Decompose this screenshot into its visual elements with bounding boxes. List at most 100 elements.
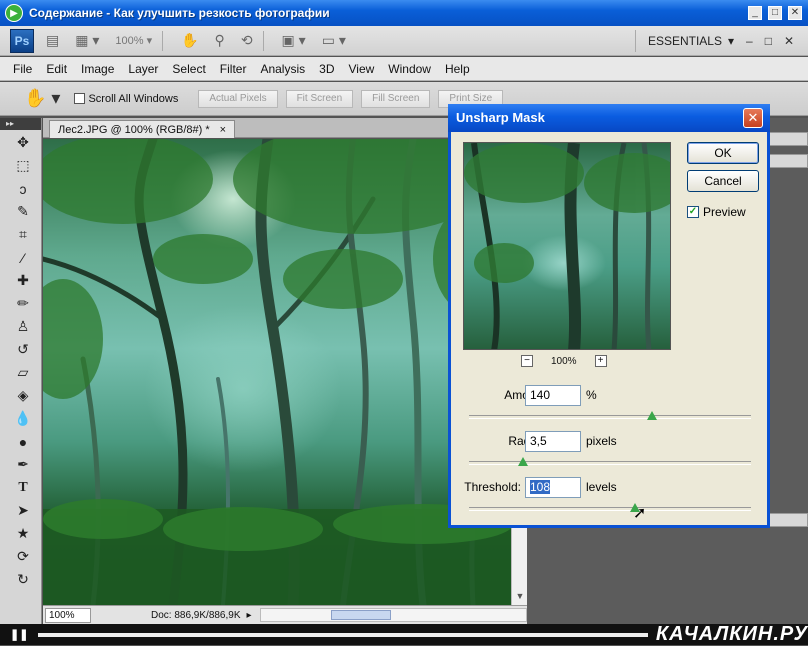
separator bbox=[262, 30, 264, 51]
photoshop-logo: Ps bbox=[10, 28, 34, 53]
scroll-all-windows-checkbox[interactable] bbox=[74, 93, 86, 104]
panel-dock-strip[interactable] bbox=[767, 132, 808, 146]
threshold-unit: levels bbox=[586, 480, 617, 494]
close-button[interactable]: ✕ bbox=[788, 6, 802, 20]
tool-preset-picker[interactable]: ✋ ▾ bbox=[24, 88, 60, 109]
path-selection-tool-icon[interactable]: ➤ bbox=[10, 500, 36, 521]
paint-bucket-tool-icon[interactable]: ◈ bbox=[10, 385, 36, 406]
menu-layer[interactable]: Layer bbox=[121, 62, 165, 76]
menu-help[interactable]: Help bbox=[438, 62, 477, 76]
3d-orbit-tool-icon[interactable]: ↻ bbox=[10, 569, 36, 590]
preview-zoom-level: 100% bbox=[551, 355, 577, 367]
pause-button[interactable]: ❚❚ bbox=[10, 628, 28, 641]
unsharp-mask-dialog: Unsharp Mask ✕ − 100% + OK Cancel ✓ Prev… bbox=[448, 104, 770, 528]
menu-3d[interactable]: 3D bbox=[312, 62, 341, 76]
preview-zoom-controls: − 100% + bbox=[521, 355, 607, 367]
document-tab-title: Лес2.JPG @ 100% (RGB/8#) * bbox=[58, 123, 210, 136]
dialog-close-button[interactable]: ✕ bbox=[743, 108, 763, 128]
history-brush-tool-icon[interactable]: ↺ bbox=[10, 339, 36, 360]
blur-tool-icon[interactable]: 💧 bbox=[10, 408, 36, 429]
rotate-view-button[interactable]: ⟲ bbox=[237, 30, 257, 52]
magnifier-icon: ⚲ bbox=[214, 32, 225, 48]
amount-input[interactable]: 140 bbox=[525, 385, 581, 406]
workspace-switcher[interactable]: ESSENTIALS ▾ bbox=[634, 29, 746, 52]
mouse-cursor-icon: ➚ bbox=[633, 505, 647, 522]
horizontal-scroll-thumb[interactable] bbox=[330, 610, 391, 620]
marquee-tool-icon[interactable]: ⬚ bbox=[10, 155, 36, 176]
arrange-documents-button[interactable]: ▣ ▾ bbox=[278, 30, 310, 52]
move-tool-icon[interactable]: ✥ bbox=[10, 132, 36, 153]
threshold-slider[interactable] bbox=[469, 503, 751, 512]
maximize-button[interactable]: □ bbox=[768, 6, 782, 20]
menu-filter[interactable]: Filter bbox=[213, 62, 254, 76]
pen-tool-icon[interactable]: ✒ bbox=[10, 454, 36, 475]
crop-tool-icon[interactable]: ⌗ bbox=[10, 224, 36, 245]
separator bbox=[162, 30, 164, 51]
eyedropper-tool-icon[interactable]: ⁄ bbox=[10, 247, 36, 268]
video-progress-track[interactable] bbox=[38, 632, 648, 637]
amount-slider-handle[interactable] bbox=[647, 411, 658, 420]
bridge-button[interactable]: ▤ bbox=[42, 30, 63, 52]
ok-button[interactable]: OK bbox=[687, 142, 759, 164]
app-maximize-button[interactable]: □ bbox=[765, 34, 772, 48]
tools-panel: ▸▸ ✥ ⬚ ↄ ✎ ⌗ ⁄ ✚ ✏ ♙ ↺ ▱ ◈ 💧 ● ✒ T ➤ ★ ⟳… bbox=[0, 118, 42, 624]
zoom-tool-button[interactable]: ⚲ bbox=[211, 30, 229, 52]
panel-collapse-icon[interactable]: ▸▸ bbox=[0, 118, 41, 130]
document-tab[interactable]: Лес2.JPG @ 100% (RGB/8#) * × bbox=[49, 120, 236, 138]
shape-tool-icon[interactable]: ★ bbox=[10, 523, 36, 544]
minimize-button[interactable]: _ bbox=[748, 6, 762, 20]
screen-mode-button[interactable]: ▭ ▾ bbox=[318, 30, 350, 52]
eraser-tool-icon[interactable]: ▱ bbox=[10, 362, 36, 383]
preview-toggle[interactable]: ✓ Preview bbox=[687, 205, 746, 219]
type-tool-icon[interactable]: T bbox=[10, 477, 36, 498]
radius-slider[interactable] bbox=[469, 457, 751, 466]
player-app-icon: ▶ bbox=[5, 4, 23, 22]
zoom-out-button[interactable]: − bbox=[521, 355, 533, 367]
panel-dock-strip[interactable] bbox=[767, 513, 808, 527]
zoom-level-field[interactable]: 100% bbox=[45, 607, 91, 623]
radius-unit: pixels bbox=[586, 434, 617, 448]
fit-screen-button[interactable]: Fit Screen bbox=[285, 89, 354, 108]
scroll-down-icon[interactable]: ▼ bbox=[512, 591, 528, 605]
view-extras-icon: ▦ ▾ bbox=[75, 32, 100, 48]
zoom-in-button[interactable]: + bbox=[594, 355, 607, 367]
zoom-level-dropdown[interactable]: 100% ▾ bbox=[111, 30, 156, 52]
amount-slider[interactable] bbox=[469, 411, 751, 420]
healing-brush-tool-icon[interactable]: ✚ bbox=[10, 270, 36, 291]
fill-screen-button[interactable]: Fill Screen bbox=[361, 89, 431, 108]
menu-analysis[interactable]: Analysis bbox=[253, 62, 312, 76]
menu-window[interactable]: Window bbox=[381, 62, 438, 76]
preview-checkbox[interactable]: ✓ bbox=[687, 206, 699, 218]
view-extras-button[interactable]: ▦ ▾ bbox=[71, 30, 103, 52]
hand-icon: ✋ bbox=[181, 32, 199, 48]
panel-dock-strip[interactable] bbox=[767, 154, 808, 168]
radius-input[interactable]: 3,5 bbox=[525, 431, 581, 452]
app-minimize-button[interactable]: – bbox=[746, 34, 753, 48]
close-tab-icon[interactable]: × bbox=[220, 124, 226, 136]
quick-selection-tool-icon[interactable]: ✎ bbox=[10, 201, 36, 222]
filter-preview[interactable] bbox=[463, 142, 671, 350]
app-close-button[interactable]: ✕ bbox=[784, 34, 794, 48]
menu-select[interactable]: Select bbox=[165, 62, 212, 76]
menu-bar: File Edit Image Layer Select Filter Anal… bbox=[0, 57, 808, 81]
dodge-tool-icon[interactable]: ● bbox=[10, 431, 36, 452]
clone-stamp-tool-icon[interactable]: ♙ bbox=[10, 316, 36, 337]
hand-tool-button[interactable]: ✋ bbox=[177, 30, 202, 52]
menu-view[interactable]: View bbox=[341, 62, 381, 76]
threshold-value: 108 bbox=[530, 480, 551, 494]
document-canvas[interactable] bbox=[43, 139, 511, 605]
cancel-button[interactable]: Cancel bbox=[687, 170, 759, 192]
actual-pixels-button[interactable]: Actual Pixels bbox=[198, 89, 278, 108]
radius-slider-handle[interactable] bbox=[517, 457, 528, 466]
brush-tool-icon[interactable]: ✏ bbox=[10, 293, 36, 314]
horizontal-scrollbar[interactable] bbox=[259, 608, 527, 622]
threshold-input[interactable]: 108 bbox=[525, 477, 581, 498]
screen-mode-icon: ▭ ▾ bbox=[321, 32, 346, 48]
document-size-info: Doc: 886,9K/886,9K bbox=[151, 609, 241, 621]
status-menu-arrow-icon[interactable]: ▸ bbox=[247, 610, 252, 621]
lasso-tool-icon[interactable]: ↄ bbox=[10, 178, 36, 199]
menu-file[interactable]: File bbox=[0, 62, 39, 76]
3d-rotate-tool-icon[interactable]: ⟳ bbox=[10, 546, 36, 567]
menu-edit[interactable]: Edit bbox=[39, 62, 74, 76]
menu-image[interactable]: Image bbox=[74, 62, 121, 76]
